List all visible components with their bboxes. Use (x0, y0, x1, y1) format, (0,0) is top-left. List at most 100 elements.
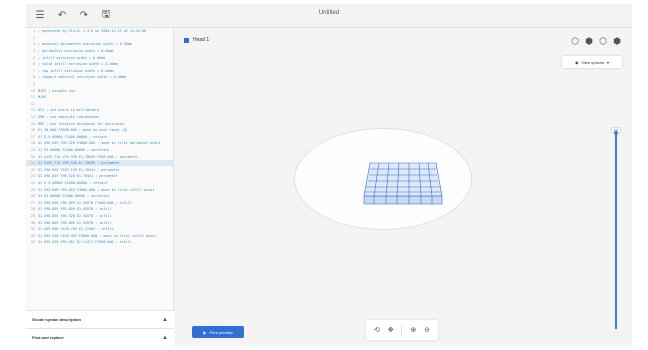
layer-slider-handle[interactable] (614, 131, 618, 135)
line-text: G1 Z0.600 F3600.000 ; move to next layer… (38, 128, 128, 133)
line-number: 10 (30, 88, 35, 93)
line-number: 18 (30, 141, 35, 146)
line-text: G1 E5.00000 F2400.00000 ; unretract (38, 194, 110, 199)
line-number: 33 (30, 240, 35, 245)
line-text: G21 ; set units to millimeters (38, 108, 100, 113)
model-preview (363, 162, 443, 205)
print-preview-label: Print preview (209, 329, 233, 335)
chevron-up-icon[interactable]: ▲ (162, 335, 168, 341)
code-line[interactable]: 20 G1 X152.714 Y95.320 E1.70045 F900.000 … (26, 153, 174, 160)
code-line[interactable]: 27 G1 X98.805 Y98.809 E2.44578 F1500.000 … (26, 199, 174, 206)
zoom-in-icon[interactable]: ⊕ (410, 326, 416, 334)
line-text: ; support material extrusion width = 0.4… (38, 75, 126, 80)
line-number: 19 (30, 147, 35, 152)
chevron-up-icon[interactable]: ▲ (162, 317, 168, 323)
line-number: 3 (32, 42, 35, 47)
line-text: G1 X93.609 Y93.603 F4800.000 ; move to f… (38, 187, 155, 192)
gcode-editor-panel: 1; generated by Slic3r 1.3.0 on 2020-12-… (26, 28, 174, 346)
code-line[interactable]: 10 M107 ; disable fan (26, 87, 174, 94)
line-number: 1 (32, 29, 35, 34)
app-window: ☰ ↶ ↷ 🖫 Untitled 1; generated by Slic3r … (26, 4, 632, 346)
code-line[interactable]: 12 (26, 101, 174, 108)
line-number: 5 (32, 55, 35, 60)
gcode-syntax-label: Gcode syntax description (32, 317, 81, 322)
code-line[interactable]: 32 G1 X95.320 Y150.903 F4800.000 ; move t… (26, 232, 174, 239)
line-text: G1 X98.805 Y95.809 E2.44578 ; infill (38, 207, 112, 212)
code-line[interactable]: 5; infill extrusion width = 0.46mm (26, 54, 174, 61)
code-line[interactable]: 21 G1 X152.714 Y95.320 E1.70459 ; perimet… (26, 159, 174, 167)
zoom-out-icon[interactable]: ⊖ (424, 326, 430, 334)
line-text: G1 E-5.00000 F2400.00000 ; retract (38, 180, 108, 185)
line-number: 23 (30, 174, 35, 179)
rotate-icon[interactable]: ⟲ (374, 326, 380, 334)
code-line[interactable]: 25 G1 X93.609 Y93.603 F4800.000 ; move to… (26, 186, 174, 193)
line-text: G1 E5.00000 F2400.00000 ; unretract (38, 147, 110, 152)
line-text: G1 X96.849 Y96.320 F4800.000 ; move to f… (38, 141, 161, 146)
line-number: 11 (30, 95, 35, 100)
line-text: G1 X98.805 Y98.809 E2.44578 F1500.000 ; … (38, 200, 132, 205)
divider (401, 325, 403, 335)
code-line[interactable]: 29 G1 X98.805 Y96.320 E2.44578 ; infill (26, 213, 174, 220)
code-line[interactable]: 15 M83 ; use relative distances for extru… (26, 120, 174, 127)
line-number: 14 (30, 115, 35, 120)
layer-slider[interactable] (615, 133, 617, 329)
line-number: 16 (30, 128, 35, 133)
gcode-syntax-panel[interactable]: Gcode syntax description ▲ (26, 310, 174, 328)
code-line[interactable]: 16 G1 Z0.600 F3600.000 ; move to next lay… (26, 127, 174, 134)
line-text: G1 X95.320 Y95.561 E2.11417 F1500.000 ; … (38, 240, 132, 245)
code-line[interactable]: 30 G1 X98.805 Y98.809 E2.44578 ; infill (26, 219, 174, 226)
line-number: 2 (32, 35, 35, 40)
code-line[interactable]: 7; top infill extrusion width = 0.46mm (26, 68, 174, 75)
code-line[interactable]: 14 G90 ; use absolute coordinates (26, 114, 174, 121)
code-line[interactable]: 33 G1 X95.320 Y95.561 E2.11417 F1500.000 … (26, 239, 174, 246)
line-number: 12 (30, 101, 35, 106)
print-preview-button[interactable]: ▶ Print preview (192, 326, 244, 338)
line-number: 20 (30, 154, 35, 159)
line-text: G1 X98.805 Y96.320 E2.44578 ; infill (38, 213, 112, 218)
line-number: 26 (30, 194, 35, 199)
line-text: M83 ; use relative distances for extrusi… (38, 121, 124, 126)
code-line[interactable]: 4; perimeters extrusion width = 0.46mm (26, 48, 174, 55)
window-title: Untitled (318, 10, 340, 16)
line-number: 21 (30, 161, 35, 166)
code-line[interactable]: 18 G1 X96.849 Y96.320 F4800.000 ; move to… (26, 140, 174, 147)
find-replace-panel[interactable]: Find and replace ▲ (26, 328, 174, 346)
code-line[interactable]: 26 G1 E5.00000 F2400.00000 ; unretract (26, 193, 174, 200)
line-text: ; perimeters extrusion width = 0.46mm (38, 49, 114, 54)
code-line[interactable]: 8; support material extrusion width = 0.… (26, 74, 174, 81)
line-number: 32 (30, 233, 35, 238)
line-number: 31 (30, 227, 35, 232)
code-line[interactable]: 6; solid infill extrusion width = 0.46mm (26, 61, 174, 68)
code-line[interactable]: 22 G1 X96.849 Y153.159 E1.70441 ; perimet… (26, 166, 174, 173)
line-number: 9 (32, 82, 35, 87)
line-text: ; external perimeters extrusion width = … (38, 42, 132, 47)
line-text: M104 (38, 95, 47, 100)
line-text: G1 X69.800 Y150.763 E2.12582 ; infill (38, 227, 114, 232)
code-line[interactable]: 11 M104 (26, 94, 174, 101)
top-toolbar: ☰ ↶ ↷ 🖫 Untitled (26, 4, 632, 28)
line-text: M107 ; disable fan (38, 88, 75, 93)
3d-viewer[interactable]: Head 1 ⬡ ⬢ ⬡ ⬢ ◉ View options ▾ 0.0 ▶ Pr… (174, 28, 632, 346)
code-line[interactable]: 19 G1 E5.00000 F2400.00000 ; unretract (26, 147, 174, 154)
find-replace-label: Find and replace (32, 335, 64, 340)
code-line[interactable]: 3; external perimeters extrusion width =… (26, 41, 174, 48)
line-text: G1 X96.849 Y153.159 E1.70441 ; perimeter (38, 167, 120, 172)
code-line[interactable]: 28 G1 X98.805 Y95.809 E2.44578 ; infill (26, 206, 174, 213)
code-line[interactable]: 17 G1 E-5.00000 F2400.00000 ; retract (26, 134, 174, 141)
code-line[interactable]: 31 G1 X69.800 Y150.763 E2.12582 ; infill (26, 226, 174, 233)
line-text: G1 X95.320 Y150.903 F4800.000 ; move to … (38, 233, 157, 238)
line-number: 28 (30, 207, 35, 212)
line-text: ; infill extrusion width = 0.46mm (38, 55, 106, 60)
gcode-editor[interactable]: 1; generated by Slic3r 1.3.0 on 2020-12-… (26, 28, 174, 310)
line-number: 29 (30, 213, 35, 218)
code-line[interactable]: 24 G1 E-5.00000 F2400.00000 ; retract (26, 180, 174, 187)
code-line[interactable]: 9 (26, 81, 174, 88)
code-line[interactable]: 23 G1 X96.849 Y96.320 E1.70441 ; perimete… (26, 173, 174, 180)
pan-icon[interactable]: ✥ (388, 326, 394, 334)
line-text: G90 ; use absolute coordinates (38, 115, 100, 120)
code-line[interactable]: 2 (26, 35, 174, 42)
line-number: 8 (32, 75, 35, 80)
code-line[interactable]: 13 G21 ; set units to millimeters (26, 107, 174, 114)
code-line[interactable]: 1; generated by Slic3r 1.3.0 on 2020-12-… (26, 28, 174, 35)
line-number: 27 (30, 200, 35, 205)
